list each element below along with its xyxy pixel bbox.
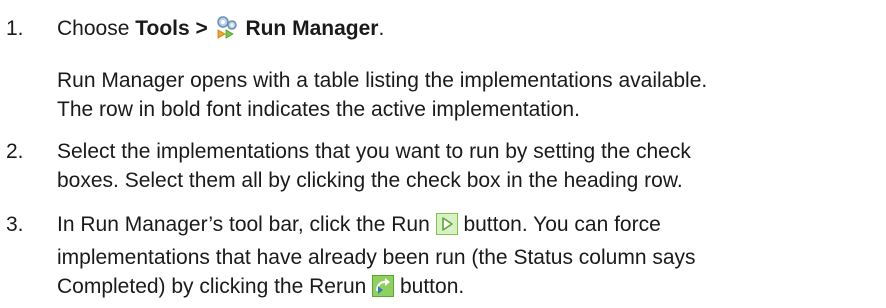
run-icon <box>435 213 458 243</box>
step-1-note-line-2: The row in bold font indicates the activ… <box>57 98 580 121</box>
run-manager-icon <box>214 15 240 47</box>
step-1-note-line-1: Run Manager opens with a table listing t… <box>57 69 708 92</box>
step-2-line-2: boxes. Select them all by clicking the c… <box>57 169 683 192</box>
rerun-icon <box>372 275 395 305</box>
step-1-text: Choose Tools > Run Manager. <box>57 14 877 47</box>
step-3-line-2: implementations that have already been r… <box>57 246 696 269</box>
menu-path: Tools > <box>135 17 214 40</box>
step-3-line-1-pre: In Run Manager’s tool bar, click the Run <box>57 213 436 236</box>
step-3-text: In Run Manager’s tool bar, click the Run… <box>57 210 877 305</box>
step-number: 1. <box>6 17 24 40</box>
step-3-line-1-post: button. You can force <box>457 213 661 236</box>
menu-item-run-manager: Run Manager <box>245 17 379 40</box>
step-3-line-3: Completed) by clicking the Rerun button. <box>57 272 877 305</box>
step-1-note: Run Manager opens with a table listing t… <box>57 66 877 124</box>
step-2-line-1: Select the implementations that you want… <box>57 140 691 163</box>
step-1-suffix: . <box>378 17 385 40</box>
step-3-line-3-post: button. <box>394 275 465 298</box>
instruction-document: 1. Choose Tools > Run Manager. Run Manag… <box>0 0 886 308</box>
step-2-text: Select the implementations that you want… <box>57 137 877 195</box>
step-number: 2. <box>6 140 24 163</box>
step-3-line-1: In Run Manager’s tool bar, click the Run… <box>57 210 877 243</box>
step-3-line-3-pre: Completed) by clicking the Rerun <box>57 275 373 298</box>
step-number: 3. <box>6 213 24 236</box>
step-1-prefix: Choose <box>57 17 136 40</box>
